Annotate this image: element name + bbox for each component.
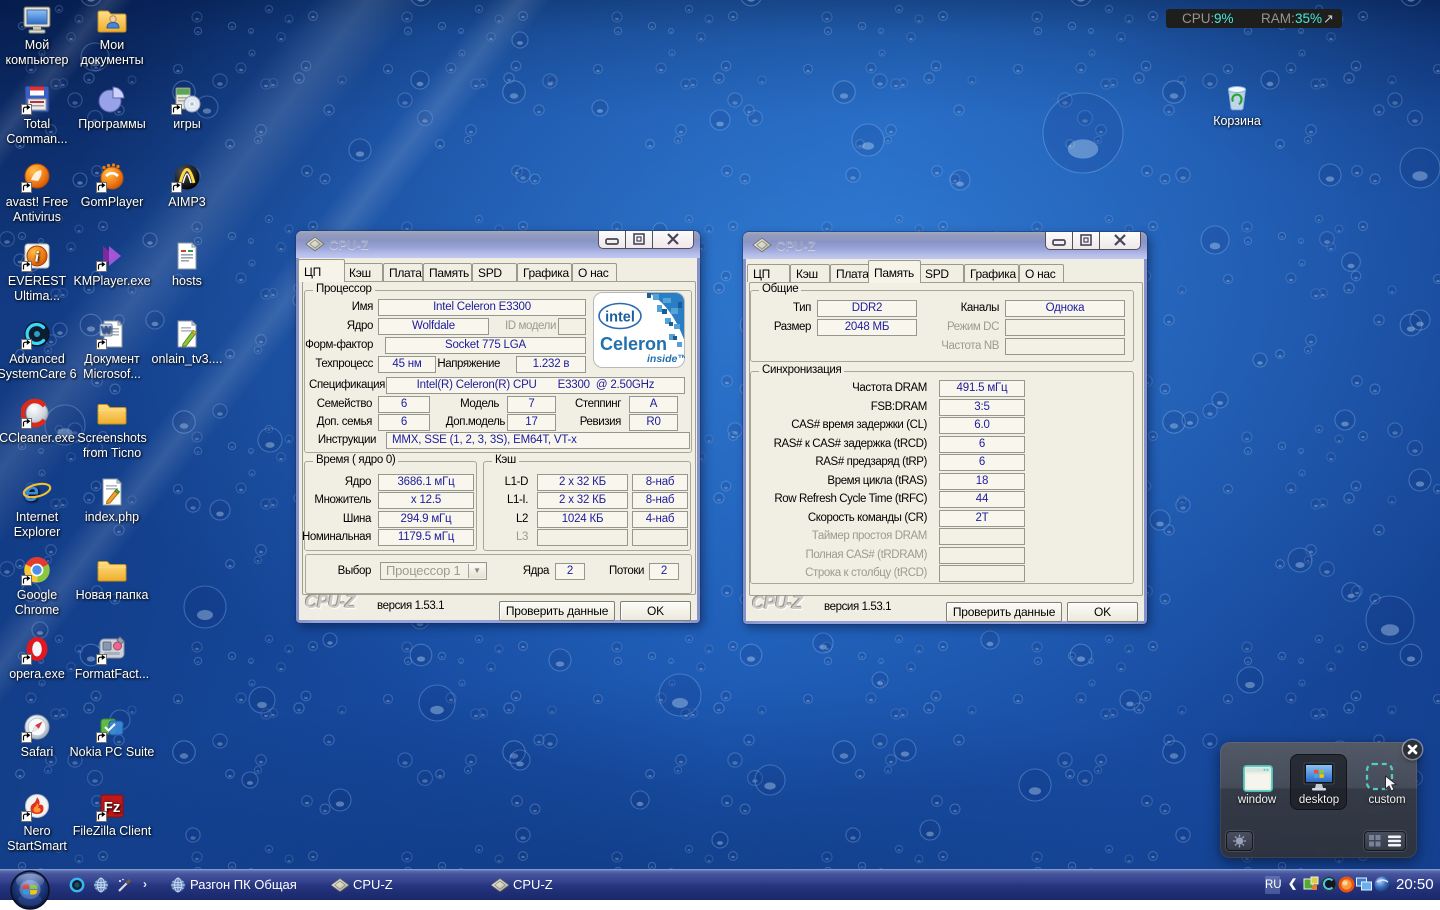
svg-text:e: e: [24, 477, 39, 507]
svg-text:intel: intel: [605, 310, 635, 326]
svg-text:W: W: [101, 325, 112, 337]
svg-text:inside™: inside™: [647, 353, 685, 365]
svg-text:Celeron: Celeron: [600, 334, 667, 354]
